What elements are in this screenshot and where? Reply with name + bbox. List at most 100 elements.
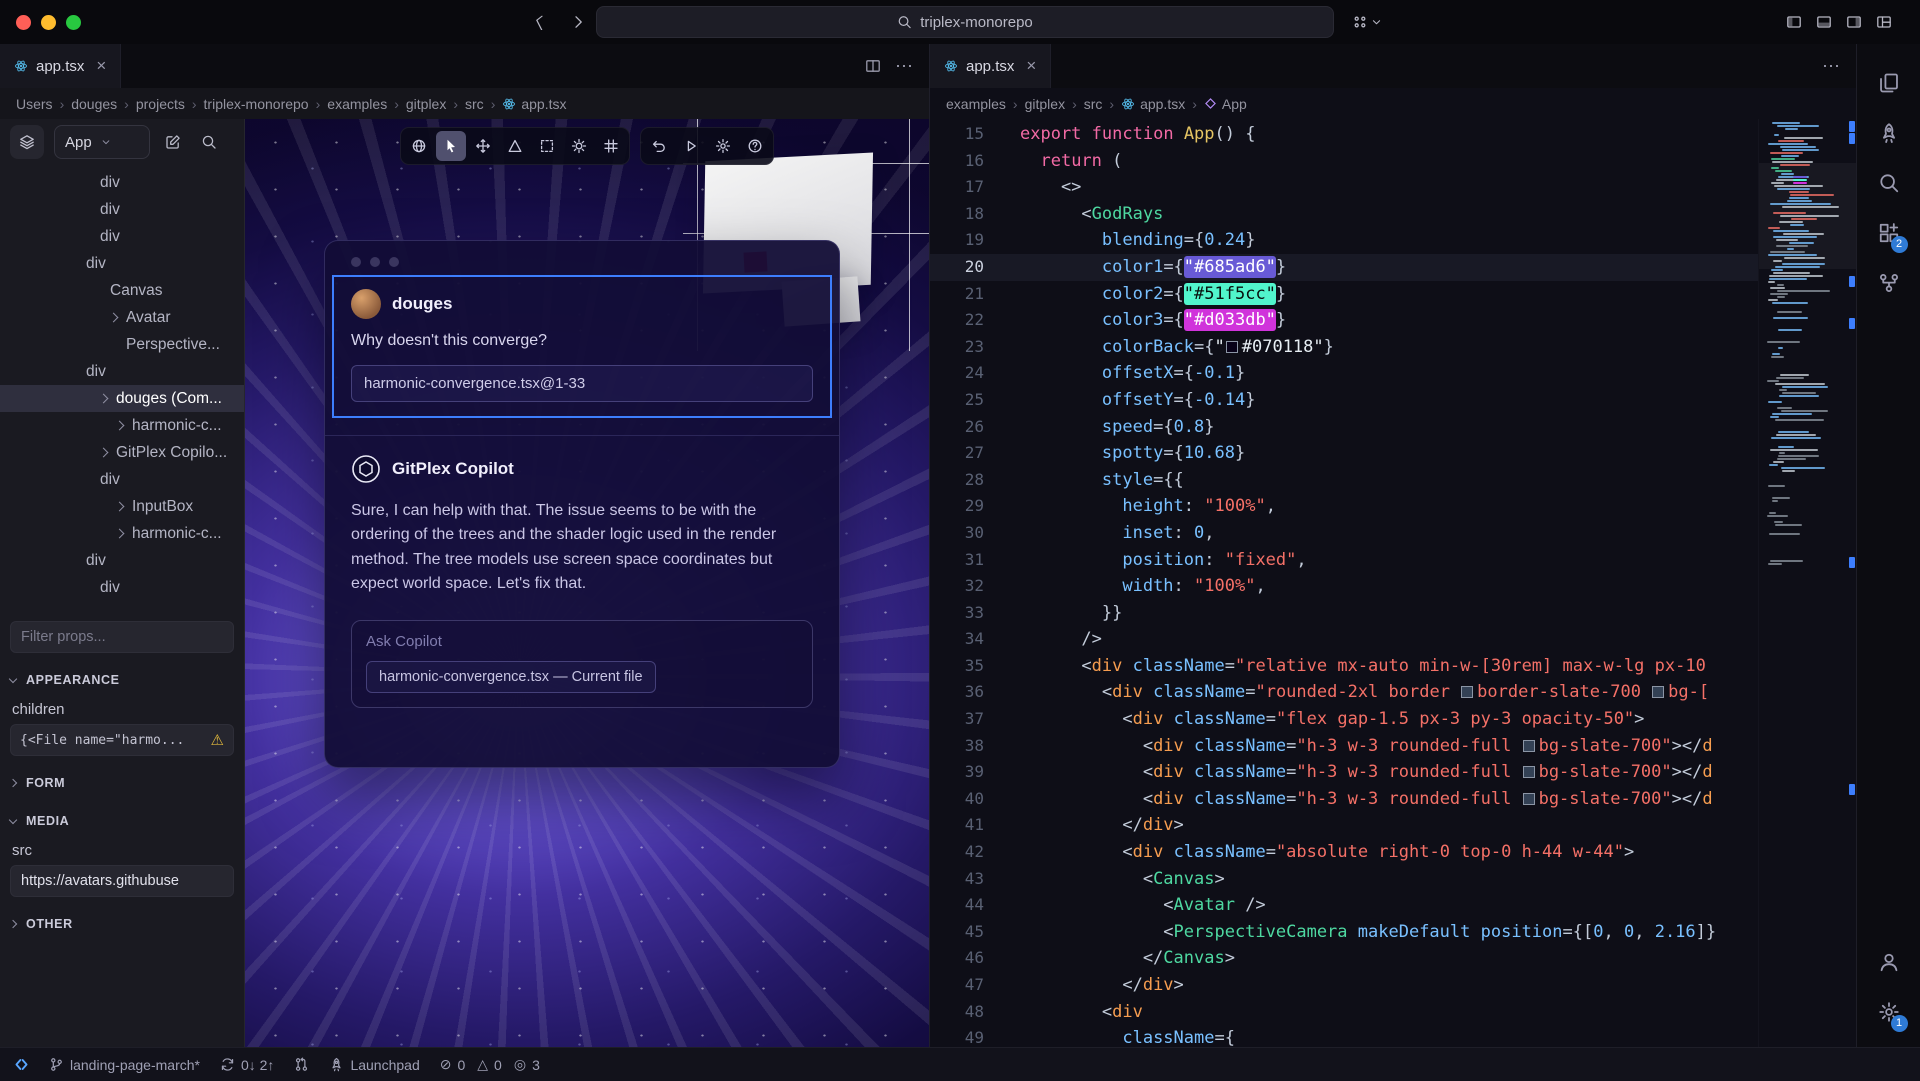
search-activity-button[interactable] (1865, 158, 1913, 208)
tree-item-canvas[interactable]: Canvas (0, 277, 244, 304)
code-line[interactable]: 15export function App() { (930, 121, 1758, 148)
tree-item-perspective-[interactable]: Perspective... (0, 331, 244, 358)
breadcrumb-item[interactable]: Users (16, 96, 53, 112)
tree-item-inputbox[interactable]: InputBox (0, 493, 244, 520)
toggle-right-sidebar-icon[interactable] (1846, 14, 1862, 30)
tree-item-div[interactable]: div (0, 466, 244, 493)
diagnostics[interactable]: ⊘0 △0 ◎3 (440, 1056, 540, 1073)
code-line[interactable]: 24 offsetX={-0.1} (930, 360, 1758, 387)
code-line[interactable]: 33 }} (930, 600, 1758, 627)
split-editor-icon[interactable] (865, 58, 881, 74)
grid-tool-button[interactable] (596, 131, 626, 161)
extensions-activity-button[interactable]: 2 (1865, 208, 1913, 258)
scene-preview[interactable]: douges Why doesn't this converge? harmon… (245, 119, 929, 1047)
code-line[interactable]: 23 colorBack={"#070118"} (930, 334, 1758, 361)
code-line[interactable]: 28 style={{ (930, 467, 1758, 494)
code-line[interactable]: 30 inset: 0, (930, 520, 1758, 547)
code-line[interactable]: 41 </div> (930, 812, 1758, 839)
layers-button[interactable] (10, 125, 44, 159)
globe-tool-button[interactable] (404, 131, 434, 161)
code-line[interactable]: 48 <div (930, 999, 1758, 1026)
toggle-left-sidebar-icon[interactable] (1786, 14, 1802, 30)
tree-item-harmonic-c-[interactable]: harmonic-c... (0, 520, 244, 547)
tree-item-harmonic-c-[interactable]: harmonic-c... (0, 412, 244, 439)
code-line[interactable]: 42 <div className="absolute right-0 top-… (930, 839, 1758, 866)
launchpad-button[interactable]: Launchpad (329, 1057, 419, 1073)
settings-tool-button[interactable] (708, 131, 738, 161)
section-other[interactable]: OTHER (10, 913, 234, 935)
code-line[interactable]: 44 <Avatar /> (930, 892, 1758, 919)
help-tool-button[interactable] (740, 131, 770, 161)
tree-item-div[interactable]: div (0, 358, 244, 385)
marquee-tool-button[interactable] (532, 131, 562, 161)
breadcrumb-item[interactable]: triplex-monorepo (204, 96, 309, 112)
code-line[interactable]: 35 <div className="relative mx-auto min-… (930, 653, 1758, 680)
tab-app-tsx[interactable]: app.tsx × (0, 44, 121, 88)
tree-item-avatar[interactable]: Avatar (0, 304, 244, 331)
scale-tool-button[interactable] (500, 131, 530, 161)
graph-activity-button[interactable] (1865, 258, 1913, 308)
prop-value-children[interactable]: {<File name="harmo... ⚠ (10, 724, 234, 756)
rocket-activity-button[interactable] (1865, 108, 1913, 158)
code-line[interactable]: 22 color3={"#d033db"} (930, 307, 1758, 334)
copilot-input[interactable]: Ask Copilot harmonic-convergence.tsx — C… (351, 620, 813, 708)
close-tab-icon[interactable]: × (1026, 56, 1036, 76)
code-line[interactable]: 36 <div className="rounded-2xl border bo… (930, 679, 1758, 706)
section-appearance[interactable]: APPEARANCE (10, 669, 234, 691)
maximize-window-button[interactable] (66, 15, 81, 30)
code-line[interactable]: 37 <div className="flex gap-1.5 px-3 py-… (930, 706, 1758, 733)
toggle-bottom-panel-icon[interactable] (1816, 14, 1832, 30)
code-line[interactable]: 43 <Canvas> (930, 866, 1758, 893)
project-search-field[interactable]: triplex-monorepo (596, 6, 1334, 38)
play-tool-button[interactable] (676, 131, 706, 161)
tree-item-div[interactable]: div (0, 574, 244, 601)
code-line[interactable]: 47 </div> (930, 972, 1758, 999)
move-tool-button[interactable] (468, 131, 498, 161)
code-line[interactable]: 45 <PerspectiveCamera makeDefault positi… (930, 919, 1758, 946)
undo-tool-button[interactable] (644, 131, 674, 161)
cursor-tool-button[interactable] (436, 131, 466, 161)
section-media[interactable]: MEDIA (10, 810, 234, 832)
breadcrumb-item[interactable]: gitplex (1025, 96, 1065, 112)
close-window-button[interactable] (16, 15, 31, 30)
code-line[interactable]: 49 className={ (930, 1025, 1758, 1047)
breadcrumb-item[interactable]: src (465, 96, 484, 112)
back-button[interactable] (528, 10, 552, 34)
code-editor[interactable]: 15export function App() {16 return (17 <… (930, 119, 1758, 1047)
section-form[interactable]: FORM (10, 772, 234, 794)
code-line[interactable]: 16 return ( (930, 148, 1758, 175)
minimize-window-button[interactable] (41, 15, 56, 30)
more-actions-icon[interactable]: ⋯ (1822, 56, 1840, 77)
code-line[interactable]: 32 width: "100%", (930, 573, 1758, 600)
profile-menu-button[interactable] (1352, 14, 1383, 30)
code-line[interactable]: 25 offsetY={-0.14} (930, 387, 1758, 414)
tree-item-div[interactable]: div (0, 547, 244, 574)
branch-indicator[interactable]: landing-page-march* (49, 1057, 200, 1073)
code-line[interactable]: 39 <div className="h-3 w-3 rounded-full … (930, 759, 1758, 786)
tree-item-douges-com-[interactable]: douges (Com... (0, 385, 244, 412)
tree-item-div[interactable]: div (0, 250, 244, 277)
tree-item-gitplex-copilo-[interactable]: GitPlex Copilo... (0, 439, 244, 466)
breadcrumb-item[interactable]: gitplex (406, 96, 446, 112)
attachment-chip[interactable]: harmonic-convergence.tsx — Current file (366, 661, 656, 693)
component-select[interactable]: App (54, 125, 150, 159)
sync-indicator[interactable]: 0↓ 2↑ (220, 1057, 274, 1073)
code-line[interactable]: 27 spotty={10.68} (930, 440, 1758, 467)
code-line[interactable]: 26 speed={0.8} (930, 414, 1758, 441)
code-line[interactable]: 46 </Canvas> (930, 945, 1758, 972)
tree-item-div[interactable]: div (0, 196, 244, 223)
selected-message-outline[interactable]: douges Why doesn't this converge? harmon… (332, 275, 832, 418)
breadcrumb-item[interactable]: examples (946, 96, 1006, 112)
code-line[interactable]: 19 blending={0.24} (930, 227, 1758, 254)
prop-value-src-input[interactable] (10, 865, 234, 897)
customize-layout-icon[interactable] (1876, 14, 1892, 30)
code-line[interactable]: 40 <div className="h-3 w-3 rounded-full … (930, 786, 1758, 813)
breadcrumb-item[interactable]: examples (327, 96, 387, 112)
code-line[interactable]: 34 /> (930, 626, 1758, 653)
code-line[interactable]: 31 position: "fixed", (930, 547, 1758, 574)
more-actions-icon[interactable]: ⋯ (895, 56, 913, 77)
pull-request-button[interactable] (294, 1057, 309, 1072)
files-activity-button[interactable] (1865, 58, 1913, 108)
remote-indicator[interactable] (14, 1057, 29, 1072)
search-scene-button[interactable] (196, 129, 222, 155)
